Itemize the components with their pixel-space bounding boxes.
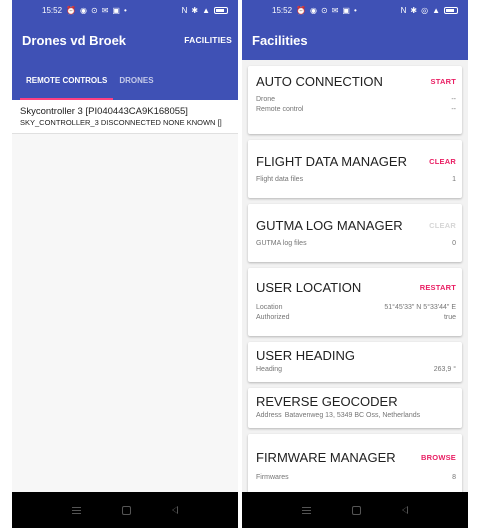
- card-title: REVERSE GEOCODER: [256, 394, 398, 409]
- battery-icon: [444, 6, 458, 14]
- card-title: FLIGHT DATA MANAGER: [256, 154, 407, 169]
- row-label: Location: [256, 304, 283, 311]
- app-title: Drones vd Broek: [22, 32, 127, 48]
- dot-icon: •: [353, 5, 357, 15]
- navigation-bar: [242, 492, 468, 528]
- notification-icon: ◉: [310, 5, 317, 15]
- status-bar: 15:52 ⏰ ◉ ⊙ ✉ ▣ • N ✱ ◎ ▲: [242, 0, 468, 20]
- remote-control-title: Skycontroller 3 [PI040443CA9K168055]: [20, 106, 188, 117]
- messenger-icon: ⊙: [90, 5, 98, 15]
- browse-button[interactable]: BROWSE: [421, 453, 456, 462]
- reverse-geocoder-card: REVERSE GEOCODER Address Batavenweg 13, 5…: [248, 388, 462, 428]
- card-row: Address Batavenweg 13, 5349 BC Oss, Nethe…: [256, 411, 456, 421]
- nfc-icon: N: [400, 5, 407, 15]
- tab-remote-controls[interactable]: REMOTE CONTROLS: [20, 60, 114, 100]
- app-bar: Facilities: [242, 20, 468, 60]
- row-value: --: [451, 96, 456, 103]
- alarm-icon: ⏰: [296, 5, 306, 15]
- facilities-button[interactable]: FACILITIES: [184, 35, 232, 45]
- app-title: Facilities: [252, 32, 308, 48]
- card-title: FIRMWARE MANAGER: [256, 450, 396, 465]
- row-value: Batavenweg 13, 5349 BC Oss, Netherlands: [284, 412, 421, 419]
- signal-icon: ▲: [432, 5, 440, 15]
- user-heading-card: USER HEADING Heading 263,9 °: [248, 342, 462, 382]
- auto-connection-card: AUTO CONNECTION START Drone -- Remote con…: [248, 66, 462, 134]
- card-title: USER LOCATION: [256, 280, 362, 295]
- messenger-icon: ⊙: [320, 5, 328, 15]
- mail-icon: ✉: [331, 5, 339, 15]
- gallery-icon: ▣: [342, 5, 350, 15]
- status-time: 15:52: [42, 5, 63, 15]
- card-row: Firmwares 8: [256, 473, 456, 483]
- row-value: 8: [452, 474, 456, 481]
- alarm-icon: ⏰: [66, 5, 76, 15]
- row-label: Firmwares: [256, 474, 289, 481]
- gallery-icon: ▣: [112, 5, 120, 15]
- row-label: Authorized: [256, 314, 290, 321]
- home-icon[interactable]: [121, 505, 131, 515]
- row-label: GUTMA log files: [256, 240, 307, 247]
- card-title: GUTMA LOG MANAGER: [256, 218, 403, 233]
- navigation-bar: [12, 492, 238, 528]
- user-location-card: USER LOCATION RESTART Location 51°45'33" …: [248, 268, 462, 336]
- dot-icon: •: [123, 5, 127, 15]
- list-item[interactable]: Skycontroller 3 [PI040443CA9K168055] SKY…: [12, 100, 238, 134]
- tab-drones[interactable]: DRONES: [113, 60, 159, 100]
- card-row: GUTMA log files 0: [256, 239, 456, 249]
- card-row: Heading 263,9 °: [256, 365, 456, 375]
- firmware-manager-card: FIRMWARE MANAGER BROWSE Firmwares 8: [248, 434, 462, 494]
- clear-button[interactable]: CLEAR: [429, 157, 456, 166]
- signal-icon: ▲: [202, 5, 210, 15]
- back-icon[interactable]: [401, 506, 408, 514]
- row-value: 263,9 °: [433, 366, 456, 373]
- card-title: AUTO CONNECTION: [256, 74, 383, 89]
- tab-bar: REMOTE CONTROLS DRONES: [12, 60, 238, 100]
- card-row: Drone --: [256, 95, 456, 105]
- phone-screen-facilities: 15:52 ⏰ ◉ ⊙ ✉ ▣ • N ✱ ◎ ▲ Facilities AUT…: [242, 0, 468, 528]
- card-row: Location 51°45'33" N 5°33'44" E: [256, 303, 456, 313]
- home-icon[interactable]: [351, 505, 361, 515]
- card-title: USER HEADING: [256, 348, 355, 363]
- row-value: 1: [452, 176, 456, 183]
- card-row: Flight data files 1: [256, 175, 456, 185]
- nfc-icon: N: [181, 5, 188, 15]
- facilities-list: AUTO CONNECTION START Drone -- Remote con…: [242, 66, 468, 494]
- restart-button[interactable]: RESTART: [420, 283, 456, 292]
- row-label: Flight data files: [256, 176, 304, 183]
- clear-button[interactable]: CLEAR: [429, 221, 456, 230]
- row-value: true: [443, 314, 456, 321]
- row-value: 0: [452, 240, 456, 247]
- remote-control-status: SKY_CONTROLLER_3 DISCONNECTED NONE KNOWN…: [20, 118, 222, 127]
- status-time: 15:52: [272, 5, 293, 15]
- row-label: Address: [256, 412, 282, 419]
- row-value: --: [451, 106, 456, 113]
- gutma-log-manager-card: GUTMA LOG MANAGER CLEAR GUTMA log files 0: [248, 204, 462, 262]
- row-label: Heading: [256, 366, 283, 373]
- card-row: Remote control --: [256, 105, 456, 115]
- status-bar: 15:52 ⏰ ◉ ⊙ ✉ ▣ • N ✱ ▲: [12, 0, 238, 20]
- row-value: 51°45'33" N 5°33'44" E: [384, 304, 456, 311]
- battery-icon: [214, 6, 228, 14]
- menu-icon[interactable]: [72, 506, 82, 514]
- bluetooth-icon: ✱: [410, 5, 418, 15]
- back-icon[interactable]: [171, 506, 178, 514]
- phone-screen-remote-controls: 15:52 ⏰ ◉ ⊙ ✉ ▣ • N ✱ ▲ Drones vd Broek …: [12, 0, 238, 528]
- bluetooth-icon: ✱: [191, 5, 199, 15]
- row-label: Drone: [256, 96, 276, 103]
- app-bar: Drones vd Broek FACILITIES: [12, 20, 238, 60]
- flight-data-manager-card: FLIGHT DATA MANAGER CLEAR Flight data fi…: [248, 140, 462, 198]
- card-row: Authorized true: [256, 313, 456, 323]
- menu-icon[interactable]: [302, 506, 312, 514]
- notification-icon: ◉: [80, 5, 87, 15]
- row-label: Remote control: [256, 106, 304, 113]
- mail-icon: ✉: [101, 5, 109, 15]
- wifi-icon: ◎: [421, 5, 429, 15]
- start-button[interactable]: START: [431, 77, 456, 86]
